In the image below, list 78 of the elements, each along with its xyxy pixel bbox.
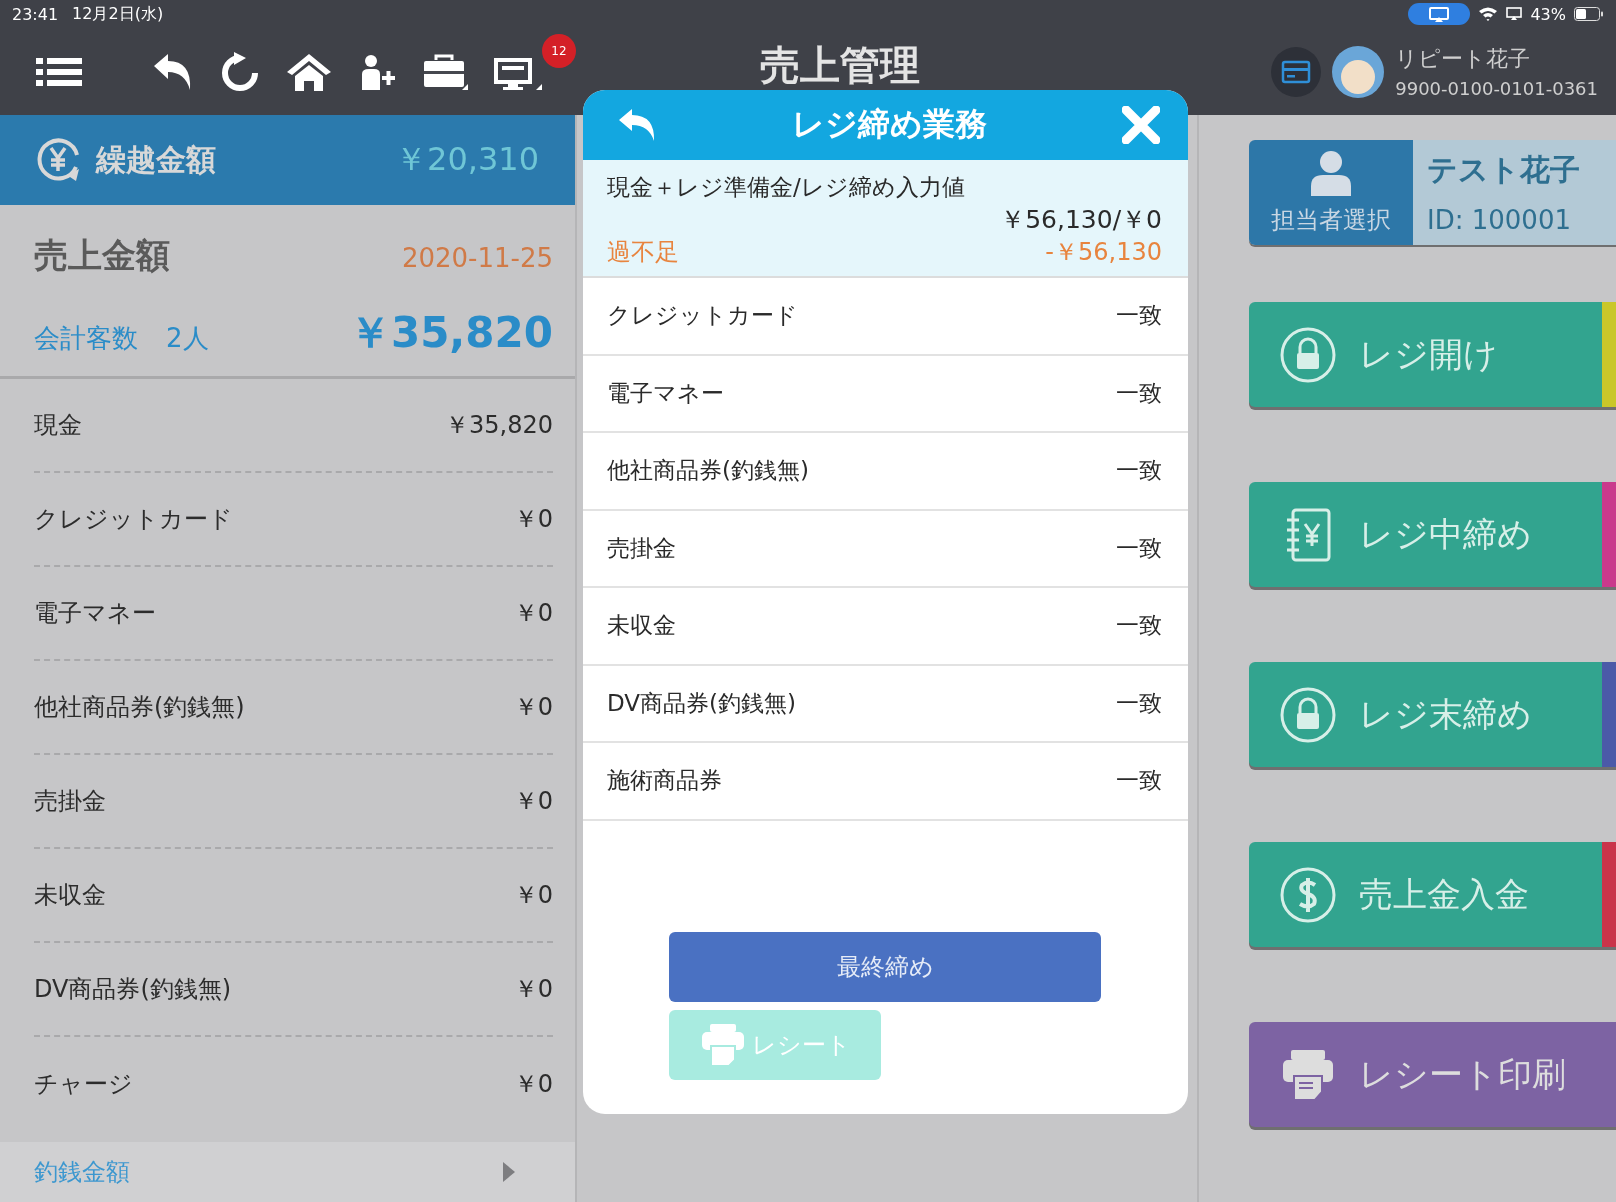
sales-label: 売上金額 [34, 234, 170, 277]
check-item-status: 一致 [1116, 688, 1162, 718]
check-item-name: 未収金 [607, 611, 676, 641]
dollar-icon [1279, 865, 1337, 924]
check-item-status: 一致 [1116, 378, 1162, 408]
action-button[interactable]: レジ末締め [1249, 662, 1616, 767]
padlock-icon [1279, 325, 1337, 384]
payment-amount: ￥35,820 [445, 410, 553, 441]
screen-mirror-icon [1408, 3, 1471, 25]
avatar-icon [1331, 44, 1386, 99]
payment-amount: ￥0 [513, 692, 553, 723]
payment-name: クレジットカード [34, 504, 233, 535]
sales-total: ￥35,820 [348, 307, 553, 359]
check-item-status: 一致 [1116, 766, 1162, 796]
battery-text: 43% [1530, 4, 1566, 24]
screen-title: 売上管理 [760, 41, 920, 90]
payment-amount: ￥0 [513, 786, 553, 817]
battery-icon [1574, 7, 1604, 21]
notification-badge: 12 [542, 33, 576, 68]
staff-name: テスト花子 [1427, 151, 1581, 189]
wifi-icon [1478, 6, 1499, 22]
check-item-status: 一致 [1116, 456, 1162, 486]
difference-label: 過不足 [607, 237, 679, 268]
payment-name: チャージ [34, 1069, 133, 1100]
check-item-name: 他社商品券(釣銭無) [607, 456, 809, 486]
person-icon [1309, 149, 1353, 196]
change-amount-label: 釣銭金額 [34, 1157, 130, 1188]
difference-value: -￥56,130 [1045, 237, 1162, 268]
payment-amount: ￥0 [513, 598, 553, 629]
check-item-status: 一致 [1116, 301, 1162, 331]
check-item-name: 施術商品券 [607, 766, 722, 796]
check-item-status: 一致 [1116, 611, 1162, 641]
refresh-icon[interactable] [220, 51, 260, 92]
home-icon[interactable] [286, 51, 332, 92]
payment-name: 電子マネー [34, 598, 156, 629]
back-arrow-icon[interactable] [617, 108, 657, 142]
action-button[interactable]: レジ開け [1249, 302, 1616, 407]
payment-amount: ￥0 [513, 880, 553, 911]
staff-id: ID: 100001 [1427, 205, 1572, 235]
payment-name: 他社商品券(釣銭無) [34, 692, 245, 723]
printer-icon [699, 1021, 746, 1068]
action-button[interactable]: レシート印刷 [1249, 1022, 1616, 1127]
screen-mirror-icon [1506, 7, 1523, 21]
carryover-label: 繰越金額 [96, 140, 216, 179]
date-text: 12月2日(水) [72, 3, 164, 25]
summary-label: 現金＋レジ準備金/レジ締め入力値 [607, 173, 966, 202]
customer-count-label: 会計客数 [34, 322, 138, 355]
payment-amount: ￥0 [513, 1069, 553, 1100]
payment-amount: ￥0 [513, 504, 553, 535]
action-button[interactable]: 売上金入金 [1249, 842, 1616, 947]
menu-icon[interactable] [36, 55, 82, 88]
payment-amount: ￥0 [513, 974, 553, 1005]
check-item-name: 電子マネー [607, 378, 724, 408]
dialog-title: レジ締め業務 [791, 104, 988, 145]
payment-name: 売掛金 [34, 786, 106, 817]
change-amount-row[interactable]: 釣銭金額 [0, 1142, 575, 1202]
staff-select-button[interactable]: 担当者選択 [1249, 140, 1413, 245]
card-icon[interactable] [1271, 46, 1322, 97]
padlock-icon [1279, 685, 1337, 744]
customer-count: 2人 [166, 322, 209, 355]
carryover-amount: ￥20,310 [395, 139, 539, 180]
close-icon[interactable] [1122, 106, 1160, 144]
yen-cycle-icon [36, 137, 82, 183]
chevron-right-icon [503, 1162, 515, 1182]
check-item-name: 売掛金 [607, 533, 676, 563]
check-item-name: クレジットカード [607, 301, 798, 331]
summary-value: ￥56,130/￥0 [1000, 204, 1162, 236]
user-name: リピート花子 [1395, 45, 1532, 73]
check-item-status: 一致 [1116, 533, 1162, 563]
user-number: 9900-0100-0101-0361 [1395, 78, 1598, 99]
clock-text: 23:41 [12, 4, 59, 24]
payment-name: 未収金 [34, 880, 106, 911]
payment-name: 現金 [34, 410, 82, 441]
sales-date: 2020-11-25 [401, 243, 553, 273]
payment-name: DV商品券(釣銭無) [34, 974, 232, 1005]
action-button[interactable]: レジ中締め [1249, 482, 1616, 587]
check-item-name: DV商品券(釣銭無) [607, 688, 796, 718]
final-close-button[interactable]: 最終締め [669, 931, 1101, 1002]
